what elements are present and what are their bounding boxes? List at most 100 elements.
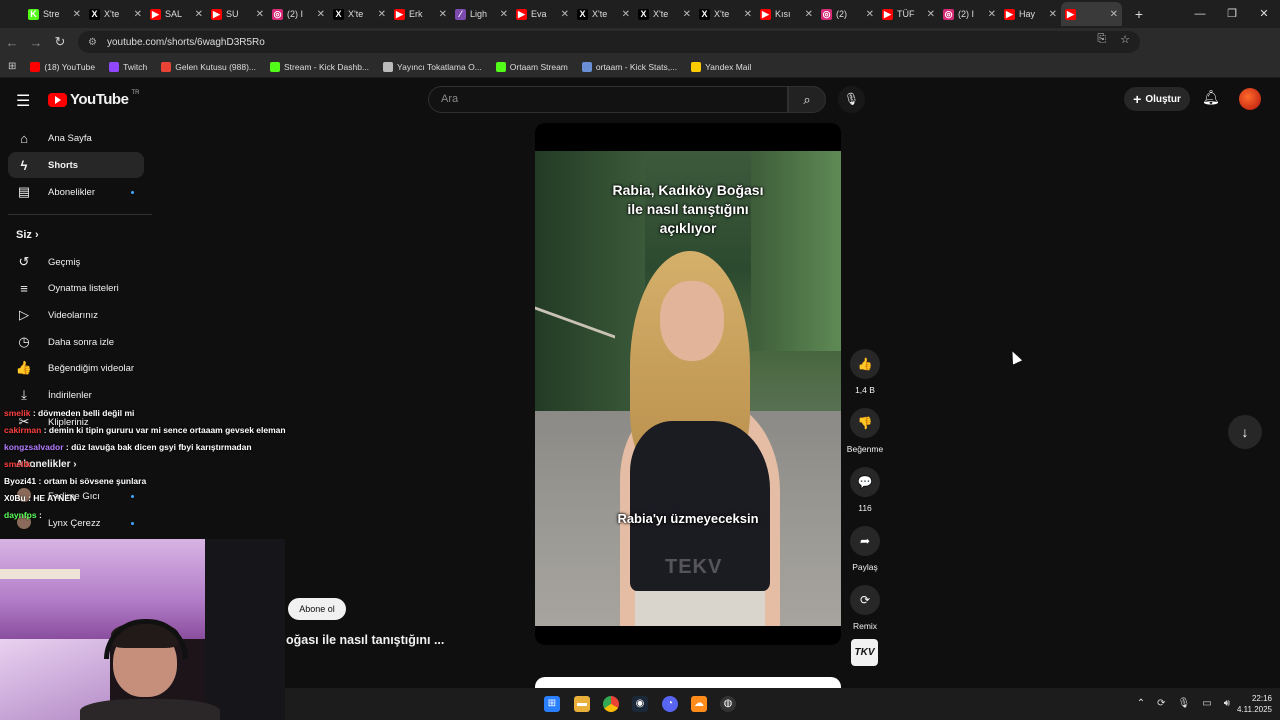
sidebar-item-daha-sonra-izle[interactable]: ◷ Daha sonra izle xyxy=(8,329,144,355)
tab-close-icon[interactable]: ✕ xyxy=(134,9,142,20)
tab-close-icon[interactable]: ✕ xyxy=(439,9,447,20)
tab-close-icon[interactable]: ✕ xyxy=(866,9,874,20)
tab-close-icon[interactable]: ✕ xyxy=(683,9,691,20)
next-short-button[interactable]: ↓ xyxy=(1228,415,1262,449)
taskbar-clock[interactable]: 22:16 4.11.2025 xyxy=(1237,693,1272,715)
sidebar-item-shorts[interactable]: ϟ Shorts xyxy=(8,152,144,178)
close-window-button[interactable]: ✕ xyxy=(1248,0,1280,28)
start-menu-icon[interactable]: ⊞ xyxy=(544,696,560,712)
reload-button[interactable]: ↻ xyxy=(48,34,72,50)
short-video-frame[interactable]: Rabia, Kadıköy Boğası ile nasıl tanıştığ… xyxy=(535,151,841,626)
tab-close-icon[interactable]: ✕ xyxy=(805,9,813,20)
volume-icon[interactable]: 🔊︎ xyxy=(1224,698,1230,709)
browser-tab[interactable]: ▶ SU ✕ xyxy=(207,2,268,26)
tab-close-icon[interactable]: ✕ xyxy=(561,9,569,20)
browser-tab[interactable]: ▶ ✕ xyxy=(1061,2,1122,26)
sidebar-item-geçmiş[interactable]: ↺ Geçmiş xyxy=(8,249,144,275)
maximize-button[interactable]: ❐ xyxy=(1216,0,1248,28)
shorts-player[interactable]: Rabia, Kadıköy Boğası ile nasıl tanıştığ… xyxy=(535,123,841,645)
sync-icon[interactable]: ⟳ xyxy=(1157,698,1165,709)
site-info-icon[interactable]: ⚙ xyxy=(88,37,97,48)
tray-chevron-icon[interactable]: ⌃ xyxy=(1137,698,1145,709)
chrome-icon[interactable] xyxy=(603,696,619,712)
tab-close-icon[interactable]: ✕ xyxy=(500,9,508,20)
tab-close-icon[interactable]: ✕ xyxy=(73,9,81,20)
menu-icon[interactable]: ☰ xyxy=(16,91,30,111)
bookmark-item[interactable]: ortaam - Kick Stats,... xyxy=(581,61,677,72)
tab-close-icon[interactable]: ✕ xyxy=(1110,9,1118,20)
browser-tab[interactable]: X X'te ✕ xyxy=(85,2,146,26)
apps-grid-icon[interactable]: ⊞ xyxy=(8,61,16,72)
sidebar-item-beğendiğim-videolar[interactable]: 👍 Beğendiğim videolar xyxy=(8,355,144,381)
tab-close-icon[interactable]: ✕ xyxy=(744,9,752,20)
bookmark-star-icon[interactable]: ☆ xyxy=(1120,33,1130,46)
forward-button[interactable]: → xyxy=(24,35,48,50)
tab-close-icon[interactable]: ✕ xyxy=(195,9,203,20)
sidebar-item-videolarınız[interactable]: ▷ Videolarınız xyxy=(8,302,144,328)
browser-tab[interactable]: ◎ (2) I ✕ xyxy=(268,2,329,26)
tab-close-icon[interactable]: ✕ xyxy=(622,9,630,20)
bookmark-item[interactable]: Yayıncı Tokatlama O... xyxy=(383,61,482,72)
install-app-icon[interactable]: ⎘ xyxy=(1097,33,1106,46)
short-title[interactable]: oğası ile nasıl tanıştığını ... xyxy=(286,633,444,647)
browser-tab[interactable]: X X'te ✕ xyxy=(329,2,390,26)
browser-tab[interactable]: ▶ Erk ✕ xyxy=(390,2,451,26)
browser-tab[interactable]: ▶ Eva ✕ xyxy=(512,2,573,26)
browser-tab[interactable]: K Stre ✕ xyxy=(24,2,85,26)
browser-tab[interactable]: ▶ TÜF ✕ xyxy=(878,2,939,26)
action-like[interactable]: 👍 1,4 B xyxy=(845,349,885,395)
browser-tab[interactable]: ▶ Hay ✕ xyxy=(1000,2,1061,26)
sidebar-item-abonelikler[interactable]: ▤ Abonelikler xyxy=(8,179,144,205)
sidebar-item-ana-sayfa[interactable]: ⌂ Ana Sayfa xyxy=(8,125,144,151)
obs-icon[interactable]: ◍ xyxy=(720,696,736,712)
youtube-logo[interactable]: YouTube TR xyxy=(48,90,139,108)
tab-close-icon[interactable]: ✕ xyxy=(317,9,325,20)
action-share[interactable]: ➦ Paylaş xyxy=(845,526,885,572)
channel-logo[interactable]: TKV xyxy=(851,639,878,666)
voice-search-button[interactable]: 🎙 xyxy=(838,86,865,113)
search-input[interactable]: Ara xyxy=(428,86,788,113)
file-explorer-icon[interactable]: ▬ xyxy=(574,696,590,712)
next-short-preview[interactable] xyxy=(535,677,841,688)
action-dislike[interactable]: 👎 Beğenme xyxy=(845,408,885,454)
browser-tab[interactable]: ⁄ Ligh ✕ xyxy=(451,2,512,26)
create-button[interactable]: + Oluştur xyxy=(1124,87,1190,111)
you-section-title[interactable]: Siz › xyxy=(16,229,39,241)
steam-icon[interactable]: ◉ xyxy=(632,696,648,712)
tab-close-icon[interactable]: ✕ xyxy=(988,9,996,20)
tab-title: SU xyxy=(226,9,239,19)
action-comments[interactable]: 💬 116 xyxy=(845,467,885,513)
browser-tab[interactable]: ▶ SAL ✕ xyxy=(146,2,207,26)
notifications-bell-icon[interactable]: 🔔︎ xyxy=(1202,89,1220,106)
browser-tab[interactable]: ◎ (2) I ✕ xyxy=(939,2,1000,26)
tab-close-icon[interactable]: ✕ xyxy=(378,9,386,20)
action-remix[interactable]: ⟳ Remix xyxy=(845,585,885,631)
bookmark-item[interactable]: Stream - Kick Dashb... xyxy=(270,61,369,72)
browser-tab[interactable]: X X'te ✕ xyxy=(634,2,695,26)
tab-close-icon[interactable]: ✕ xyxy=(1049,9,1057,20)
search-button[interactable]: ⌕ xyxy=(788,86,826,113)
address-bar[interactable]: ⚙ youtube.com/shorts/6waghD3R5Ro ⎘ ☆ xyxy=(78,31,1140,53)
network-icon[interactable]: ▭ xyxy=(1202,698,1211,709)
minimize-button[interactable]: — xyxy=(1184,0,1216,28)
mic-tray-icon[interactable]: 🎙 xyxy=(1178,698,1191,709)
browser-tab[interactable]: X X'te ✕ xyxy=(573,2,634,26)
browser-tab[interactable]: ◎ (2) ✕ xyxy=(817,2,878,26)
subscribe-button[interactable]: Abone ol xyxy=(288,598,346,620)
browser-tab[interactable]: ▶ Kısı ✕ xyxy=(756,2,817,26)
back-button[interactable]: ← xyxy=(0,35,24,50)
bookmark-item[interactable]: Twitch xyxy=(109,61,147,72)
account-avatar[interactable] xyxy=(1239,88,1261,110)
sidebar-item-oynatma-listeleri[interactable]: ≡ Oynatma listeleri xyxy=(8,275,144,301)
tab-close-icon[interactable]: ✕ xyxy=(927,9,935,20)
browser-tab[interactable]: X X'te ✕ xyxy=(695,2,756,26)
discord-icon[interactable]: ◔ xyxy=(662,696,678,712)
watch-later-icon: ◷ xyxy=(18,334,30,349)
bookmark-item[interactable]: Ortaam Stream xyxy=(495,61,568,72)
tab-close-icon[interactable]: ✕ xyxy=(256,9,264,20)
bookmark-item[interactable]: Yandex Mail xyxy=(691,61,751,72)
bookmark-item[interactable]: Gelen Kutusu (988)... xyxy=(161,61,256,72)
app-icon[interactable]: ☁ xyxy=(691,696,707,712)
new-tab-button[interactable]: + xyxy=(1128,6,1150,22)
bookmark-item[interactable]: (18) YouTube xyxy=(30,61,95,72)
